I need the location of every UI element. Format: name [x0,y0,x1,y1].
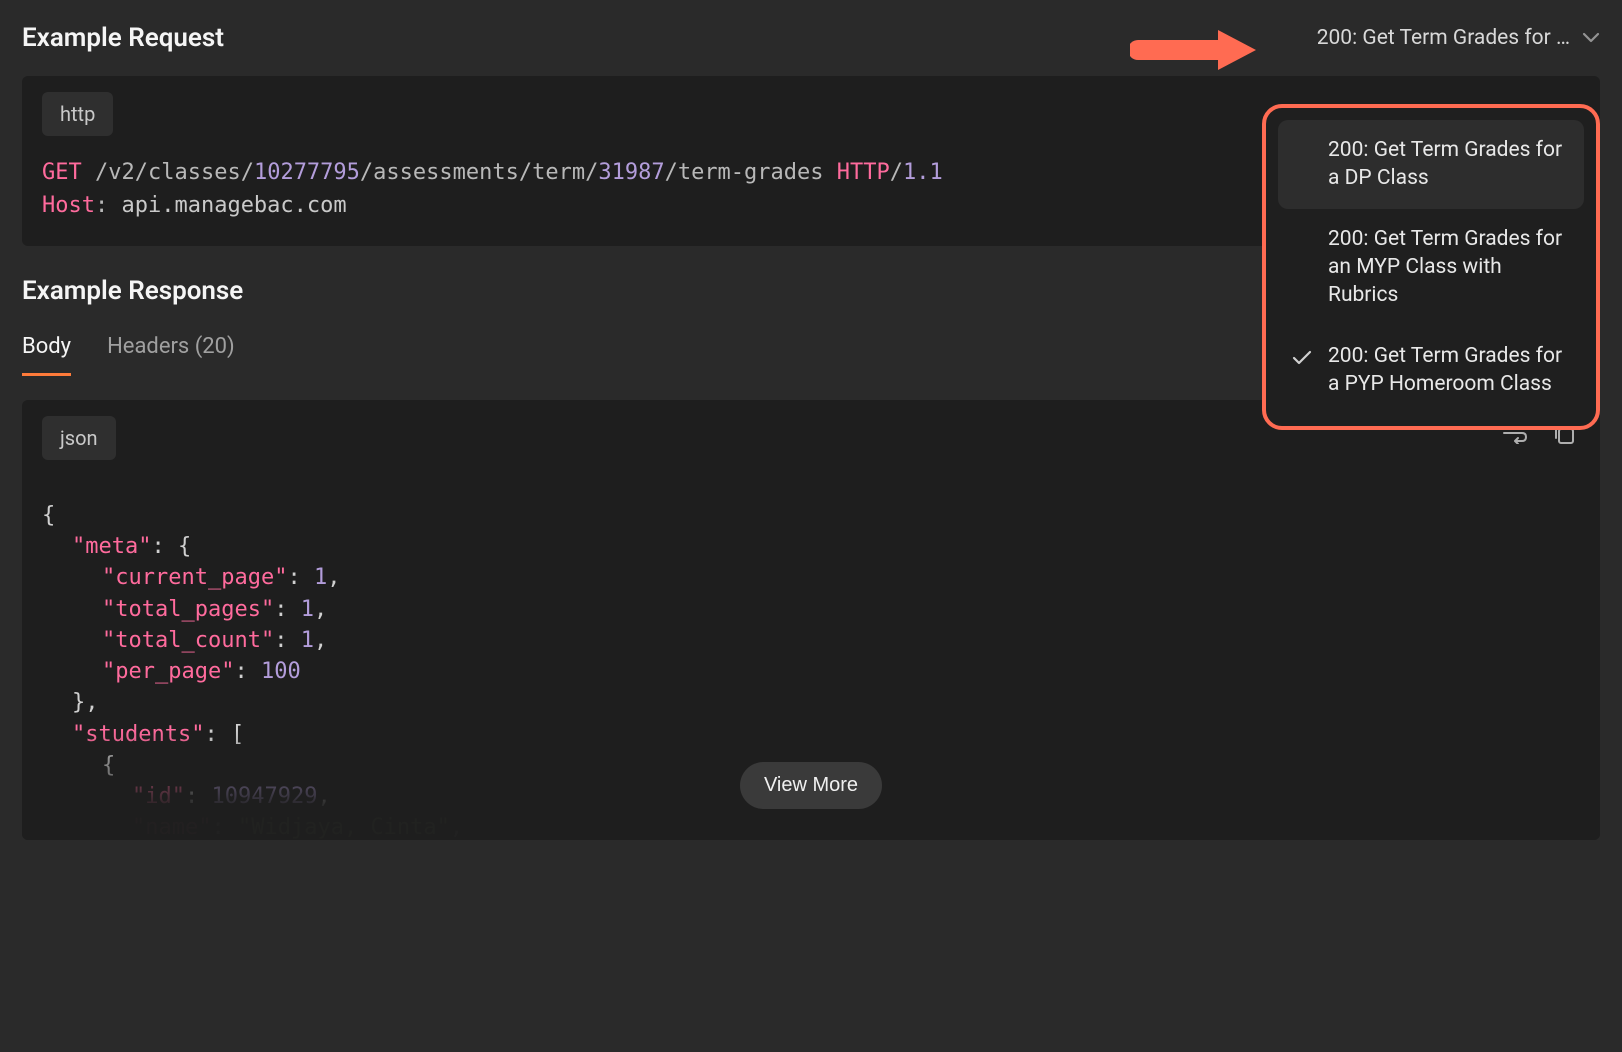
dropdown-option-pyp-class[interactable]: 200: Get Term Grades for a PYP Homeroom … [1278,326,1584,415]
json-response-block: json { "meta": { "current_page": 1, "tot… [22,400,1600,840]
dropdown-option-label: 200: Get Term Grades for a PYP Homeroom … [1328,344,1562,396]
example-selector-label: 200: Get Term Grades for … [1317,26,1570,50]
arrow-annotation-icon [1130,22,1260,84]
example-request-title: Example Request [22,23,224,53]
check-icon [1292,346,1312,374]
view-more-button[interactable]: View More [740,762,882,809]
tab-body[interactable]: Body [22,334,71,376]
lang-tag-json: json [42,416,116,460]
dropdown-option-dp-class[interactable]: 200: Get Term Grades for a DP Class [1278,120,1584,209]
tab-headers[interactable]: Headers (20) [107,334,235,376]
example-selector-dropdown[interactable]: 200: Get Term Grades for … [1317,20,1600,56]
dropdown-option-label: 200: Get Term Grades for a DP Class [1328,138,1562,190]
dropdown-option-myp-class[interactable]: 200: Get Term Grades for an MYP Class wi… [1278,209,1584,326]
dropdown-option-label: 200: Get Term Grades for an MYP Class wi… [1328,227,1562,308]
request-header-row: Example Request 200: Get Term Grades for… [22,20,1600,56]
chevron-down-icon [1582,32,1600,44]
lang-tag-http: http [42,92,113,136]
example-selector-panel: 200: Get Term Grades for a DP Class 200:… [1262,104,1600,430]
